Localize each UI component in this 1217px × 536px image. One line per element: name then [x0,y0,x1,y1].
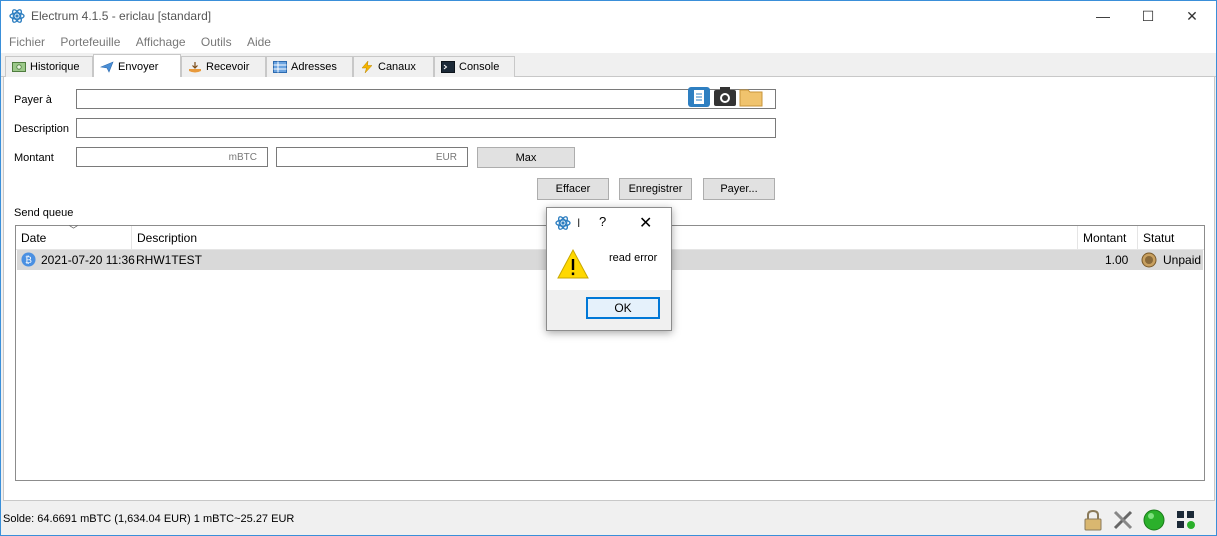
row-status: Unpaid [1163,253,1202,267]
column-header-montant[interactable]: Montant [1078,226,1138,250]
folder-icon[interactable] [739,86,763,108]
svg-text:₿: ₿ [25,255,32,266]
tab-adresses[interactable]: Adresses [266,56,353,77]
tab-label: Canaux [378,61,416,73]
money-icon [12,62,26,72]
lock-icon[interactable] [1082,509,1104,531]
fiat-unit-label: EUR [435,152,457,163]
column-header-label: Description [137,231,198,245]
column-header-label: Date [21,231,47,245]
tab-label: Adresses [291,61,337,73]
bitcoin-icon: ₿ [21,252,36,267]
send-icon [100,61,114,73]
amount-label: Montant [14,152,54,164]
paste-clipboard-icon[interactable] [687,86,711,108]
electrum-window: Electrum 4.1.5 - ericlau [standard] — ☐ … [0,0,1217,536]
ok-button[interactable]: OK [586,297,660,319]
amount-btc-field[interactable]: mBTC [76,147,268,167]
help-button[interactable]: ? [599,214,606,229]
balance-text: Solde: 64.6691 mBTC (1,634.04 EUR) 1 mBT… [3,513,295,525]
title-bar: Electrum 4.1.5 - ericlau [standard] — ☐ … [1,1,1216,31]
amount-fiat-field[interactable]: EUR [276,147,468,167]
maximize-button[interactable]: ☐ [1125,1,1171,31]
row-description: RHW1TEST [136,253,202,267]
clear-button[interactable]: Effacer [537,178,609,200]
menu-aide[interactable]: Aide [243,31,275,49]
receive-icon [189,62,201,73]
camera-qr-icon[interactable] [713,86,737,108]
minimize-button[interactable]: — [1080,1,1126,31]
tab-console[interactable]: Console [434,56,515,77]
tab-historique[interactable]: Historique [5,56,93,77]
save-button[interactable]: Enregistrer [619,178,692,200]
row-amount: 1.00 [1105,253,1129,267]
electrum-logo-icon [555,216,571,230]
menu-bar: Fichier Portefeuille Affichage Outils Ai… [1,31,1216,53]
tab-label: Console [459,61,500,73]
max-button[interactable]: Max [477,147,575,168]
terminal-icon [441,61,455,73]
dialog-title-bar: I ? ✕ [547,208,671,238]
column-header-date[interactable]: ﹀ Date [16,225,132,250]
description-label: Description [14,123,70,135]
seed-grid-icon[interactable] [1175,509,1197,531]
column-header-statut[interactable]: Statut [1138,226,1204,250]
close-button[interactable]: ✕ [1169,1,1215,31]
tab-bar: Historique Envoyer Recevoir Adresses Can… [1,53,1216,78]
error-message: read error [609,252,658,264]
tab-envoyer[interactable]: Envoyer [93,54,181,78]
payto-label: Payer à [14,94,52,106]
send-queue-label: Send queue [14,207,74,219]
menu-outils[interactable]: Outils [197,31,236,49]
addresses-icon [273,61,287,73]
unpaid-status-icon [1141,252,1157,268]
payto-field[interactable] [76,86,776,109]
window-title: Electrum 4.1.5 - ericlau [standard] [31,9,212,23]
dialog-body: read error [547,238,671,290]
status-bar: Solde: 64.6691 mBTC (1,634.04 EUR) 1 mBT… [1,501,1216,535]
description-input[interactable] [77,119,775,137]
tab-canaux[interactable]: Canaux [353,56,434,77]
menu-fichier[interactable]: Fichier [5,31,49,49]
pay-button[interactable]: Payer... [703,178,775,200]
warning-icon [557,248,589,279]
electrum-logo-icon [9,9,25,23]
lightning-icon [361,61,373,73]
tab-label: Historique [30,61,80,73]
tab-label: Envoyer [118,61,159,73]
description-field[interactable] [76,118,776,138]
column-header-label: Statut [1143,231,1175,245]
sort-chevron-icon: ﹀ [69,225,79,235]
row-date: 2021-07-20 11:36 [41,253,135,267]
tab-label: Recevoir [206,61,250,73]
tab-recevoir[interactable]: Recevoir [181,56,266,77]
dialog-close-button[interactable]: ✕ [639,213,652,233]
menu-affichage[interactable]: Affichage [132,31,190,49]
tools-icon[interactable] [1112,509,1134,531]
menu-portefeuille[interactable]: Portefeuille [56,31,124,49]
error-dialog: I ? ✕ read error OK [546,207,672,331]
network-status-icon[interactable] [1143,509,1165,531]
payto-input[interactable] [77,90,775,108]
dialog-title: I [577,216,581,230]
btc-unit-label: mBTC [228,152,257,163]
column-header-label: Montant [1083,231,1127,245]
